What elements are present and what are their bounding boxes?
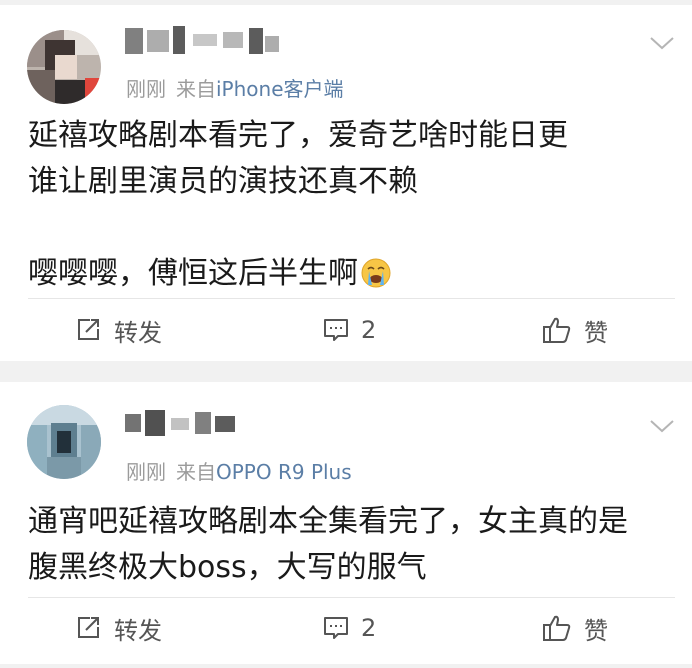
comment-icon — [324, 319, 348, 341]
comment-count: 2 — [361, 614, 377, 642]
comment-count: 2 — [361, 316, 377, 344]
post-time: 刚刚 — [126, 460, 166, 484]
post-content: 通宵吧延禧攻略剧本全集看完了，女主真的是 腹黑终极大boss，大写的服气 — [28, 499, 678, 591]
repost-icon — [78, 617, 99, 638]
action-divider — [28, 298, 675, 299]
comment-button[interactable]: 2 — [323, 603, 376, 653]
like-label: 赞 — [584, 318, 608, 347]
like-button[interactable]: 赞 — [542, 305, 608, 355]
thumbs-up-icon — [543, 317, 571, 343]
repost-button[interactable]: 转发 — [76, 305, 162, 355]
content-line: 谁让剧里演员的演技还真不赖 — [28, 164, 418, 199]
source-prefix: 来自 — [176, 460, 216, 484]
repost-icon — [78, 319, 99, 340]
post-content: 延禧攻略剧本看完了，爱奇艺啥时能日更 谁让剧里演员的演技还真不赖 嘤嘤嘤，傅恒这… — [28, 113, 678, 297]
repost-label: 转发 — [114, 318, 162, 347]
post-source-link[interactable]: iPhone客户端 — [216, 77, 344, 101]
content-line: 通宵吧延禧攻略剧本全集看完了，女主真的是 — [28, 504, 628, 539]
avatar[interactable] — [27, 30, 101, 104]
action-bar: 转发 2 赞 — [0, 305, 692, 355]
content-line: 嘤嘤嘤，傅恒这后半生啊 — [28, 256, 358, 291]
comment-icon — [324, 617, 348, 639]
comment-button[interactable]: 2 — [323, 305, 376, 355]
bottom-separator — [0, 664, 692, 668]
post-meta: 刚刚 来自OPPO R9 Plus — [126, 456, 352, 485]
content-line: 延禧攻略剧本看完了，爱奇艺啥时能日更 — [28, 118, 568, 153]
chevron-down-icon[interactable] — [649, 35, 675, 51]
action-divider — [28, 597, 675, 598]
username-blurred[interactable] — [125, 24, 285, 58]
like-button[interactable]: 赞 — [542, 603, 608, 653]
source-prefix: 来自 — [176, 77, 216, 101]
post-meta: 刚刚 来自iPhone客户端 — [126, 73, 344, 102]
avatar[interactable] — [27, 405, 101, 479]
chevron-down-icon[interactable] — [649, 418, 675, 434]
repost-button[interactable]: 转发 — [76, 603, 162, 653]
post-separator — [0, 361, 692, 382]
content-line: 腹黑终极大boss，大写的服气 — [28, 550, 427, 585]
like-label: 赞 — [584, 616, 608, 645]
repost-label: 转发 — [114, 616, 162, 645]
action-bar: 转发 2 赞 — [0, 603, 692, 653]
post-card: 刚刚 来自iPhone客户端 延禧攻略剧本看完了，爱奇艺啥时能日更 谁让剧里演员的… — [0, 5, 692, 361]
post-time: 刚刚 — [126, 77, 166, 101]
post-source-link[interactable]: OPPO R9 Plus — [216, 460, 352, 484]
post-card: 刚刚 来自OPPO R9 Plus 通宵吧延禧攻略剧本全集看完了，女主真的是 腹黑… — [0, 382, 692, 664]
content-line-with-emoji: 嘤嘤嘤，傅恒这后半生啊 — [28, 251, 678, 297]
crying-face-icon — [361, 258, 391, 288]
weibo-feed: 刚刚 来自iPhone客户端 延禧攻略剧本看完了，爱奇艺啥时能日更 谁让剧里演员的… — [0, 0, 692, 668]
content-blank-line — [28, 205, 678, 251]
username-blurred[interactable] — [125, 406, 240, 440]
thumbs-up-icon — [543, 615, 571, 641]
